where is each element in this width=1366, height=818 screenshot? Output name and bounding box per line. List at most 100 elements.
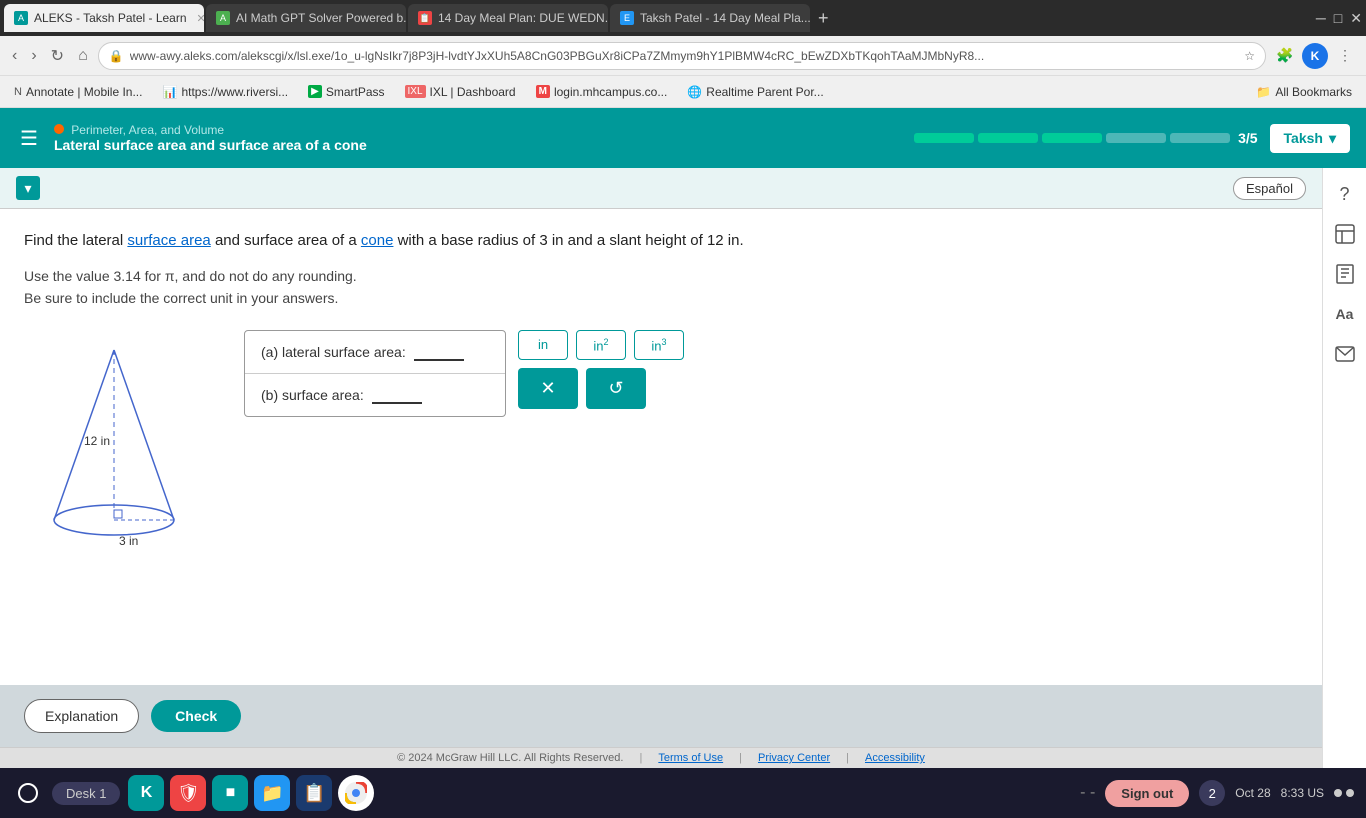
accessibility-link[interactable]: Accessibility [865, 752, 925, 764]
tab-ai-math[interactable]: A AI Math GPT Solver Powered b... ✕ [206, 4, 406, 32]
question-text-mid1: and surface area of a [211, 232, 361, 249]
tab-close-aleks[interactable]: ✕ [197, 12, 204, 25]
windows-start-button[interactable] [12, 777, 44, 809]
espanol-button[interactable]: Español [1233, 177, 1306, 200]
mail-icon[interactable] [1327, 336, 1363, 372]
bookmark-annotate[interactable]: N Annotate | Mobile In... [8, 83, 148, 101]
profile-button[interactable]: K [1302, 43, 1328, 69]
hamburger-menu-button[interactable]: ☰ [16, 122, 42, 155]
content-panel: ▾ Español Find the lateral surface area … [0, 168, 1322, 768]
sign-out-button[interactable]: Sign out [1105, 780, 1189, 807]
aleks-header: ☰ Perimeter, Area, and Volume Lateral su… [0, 108, 1366, 168]
bookmark-annotate-icon: N [14, 86, 22, 98]
bookmark-ixl[interactable]: IXL IXL | Dashboard [399, 83, 522, 101]
font-icon[interactable]: Aa [1327, 296, 1363, 332]
dash-indicator: - - [1080, 784, 1095, 802]
reload-button[interactable]: ↻ [47, 42, 68, 70]
bookmark-smartpass-label: SmartPass [326, 85, 385, 99]
answer-panel: (a) lateral surface area: (b) surface ar… [244, 330, 684, 417]
bookmark-ixl-icon: IXL [405, 85, 426, 98]
part-a-input[interactable] [414, 343, 464, 361]
input-row-a: (a) lateral surface area: [245, 331, 505, 374]
extensions-button[interactable]: 🧩 [1272, 43, 1298, 69]
tab-label-aleks: ALEKS - Taksh Patel - Learn [34, 11, 187, 25]
cone-svg: 12 in 3 in [24, 330, 204, 570]
app-blue-icon[interactable]: 📁 [254, 775, 290, 811]
surface-area-link[interactable]: surface area [127, 232, 210, 249]
bookmark-mhcampus[interactable]: M login.mhcampus.co... [530, 83, 674, 101]
tab-meal2[interactable]: E Taksh Patel - 14 Day Meal Pla... ✕ [610, 4, 810, 32]
help-icon[interactable]: ? [1327, 176, 1363, 212]
topic-label: Perimeter, Area, and Volume [71, 123, 224, 137]
minimize-button[interactable]: ─ [1316, 10, 1326, 26]
cancel-x-button[interactable]: ✕ [518, 368, 578, 409]
question-text: Find the lateral surface area and surfac… [24, 229, 1298, 253]
action-buttons-row: ✕ ↺ [518, 368, 684, 409]
terms-of-use-link[interactable]: Terms of Use [658, 752, 723, 764]
unit-in2-button[interactable]: in2 [576, 330, 626, 360]
bookmark-all[interactable]: 📁 All Bookmarks [1250, 83, 1358, 101]
bookmark-riversi[interactable]: 📊 https://www.riversi... [156, 83, 294, 101]
bookmark-realtime[interactable]: 🌐 Realtime Parent Por... [681, 83, 829, 101]
home-button[interactable]: ⌂ [74, 43, 92, 69]
menu-button[interactable]: ⋮ [1332, 43, 1358, 69]
part-b-input[interactable] [372, 386, 422, 404]
bookmark-mhcampus-label: login.mhcampus.co... [554, 85, 667, 99]
footer-buttons: Explanation Check [0, 685, 1322, 747]
maximize-button[interactable]: □ [1334, 10, 1342, 26]
url-bar[interactable]: 🔒 www-awy.aleks.com/alekscgi/x/lsl.exe/1… [98, 42, 1266, 70]
prog-bar-1 [914, 133, 974, 143]
calculator-icon[interactable] [1327, 216, 1363, 252]
bookmark-riversi-icon: 📊 [162, 85, 177, 99]
privacy-center-link[interactable]: Privacy Center [758, 752, 830, 764]
unit-in-button[interactable]: in [518, 330, 568, 360]
bookmark-smartpass-icon: ▶ [308, 85, 322, 98]
app-k-icon[interactable]: K [128, 775, 164, 811]
copyright-text: © 2024 McGraw Hill LLC. All Rights Reser… [397, 752, 623, 764]
tab-meal1[interactable]: 📋 14 Day Meal Plan: DUE WEDN... ✕ [408, 4, 608, 32]
svg-text:12 in: 12 in [84, 434, 110, 448]
input-row-b: (b) surface area: [245, 374, 505, 416]
tab-aleks[interactable]: A ALEKS - Taksh Patel - Learn ✕ [4, 4, 204, 32]
separator-3: | [846, 752, 849, 764]
bookmark-all-label: All Bookmarks [1275, 85, 1352, 99]
back-button[interactable]: ‹ [8, 43, 21, 69]
cone-diagram: 12 in 3 in [24, 330, 224, 573]
refresh-button[interactable]: ↺ [586, 368, 646, 409]
tab-label-meal1: 14 Day Meal Plan: DUE WEDN... [438, 11, 608, 25]
chevron-down-icon: ▾ [1329, 130, 1336, 147]
book-icon[interactable] [1327, 256, 1363, 292]
app-red-icon[interactable]: 🛡 [170, 775, 206, 811]
question-text-mid2: with a base radius of 3 in and a slant h… [393, 232, 743, 249]
user-name: Taksh [1284, 130, 1323, 146]
header-topic: Perimeter, Area, and Volume [54, 123, 367, 137]
user-menu-button[interactable]: Taksh ▾ [1270, 124, 1350, 153]
cone-link[interactable]: cone [361, 232, 394, 249]
app-teal-icon[interactable]: ■ [212, 775, 248, 811]
check-button[interactable]: Check [151, 700, 241, 732]
collapse-button[interactable]: ▾ [16, 176, 40, 200]
bookmark-smartpass[interactable]: ▶ SmartPass [302, 83, 390, 101]
bookmark-ixl-label: IXL | Dashboard [430, 85, 516, 99]
taskbar: Desk 1 K 🛡 ■ 📁 📋 - - Sign out [0, 768, 1366, 818]
app-chrome-icon[interactable] [338, 775, 374, 811]
tab-label-meal2: Taksh Patel - 14 Day Meal Pla... [640, 11, 810, 25]
taskbar-indicators [1334, 789, 1354, 797]
unit-in3-button[interactable]: in3 [634, 330, 684, 360]
bookmark-star-icon[interactable]: ☆ [1244, 49, 1255, 63]
app-navy-icon[interactable]: 📋 [296, 775, 332, 811]
bookmarks-bar: N Annotate | Mobile In... 📊 https://www.… [0, 76, 1366, 108]
progress-count: 3/5 [1238, 130, 1257, 146]
new-tab-button[interactable]: + [812, 8, 835, 29]
close-window-button[interactable]: ✕ [1350, 10, 1362, 27]
hint-text-1: Use the value 3.14 for π, and do not do … [24, 265, 1298, 287]
notification-badge[interactable]: 2 [1199, 780, 1225, 806]
wifi-indicator [1334, 789, 1342, 797]
bookmark-all-icon: 📁 [1256, 85, 1271, 99]
prog-bar-5 [1170, 133, 1230, 143]
forward-button[interactable]: › [27, 43, 40, 69]
explanation-button[interactable]: Explanation [24, 699, 139, 733]
bookmark-realtime-icon: 🌐 [687, 85, 702, 99]
url-text: www-awy.aleks.com/alekscgi/x/lsl.exe/1o_… [130, 49, 1239, 63]
bookmark-realtime-label: Realtime Parent Por... [706, 85, 823, 99]
